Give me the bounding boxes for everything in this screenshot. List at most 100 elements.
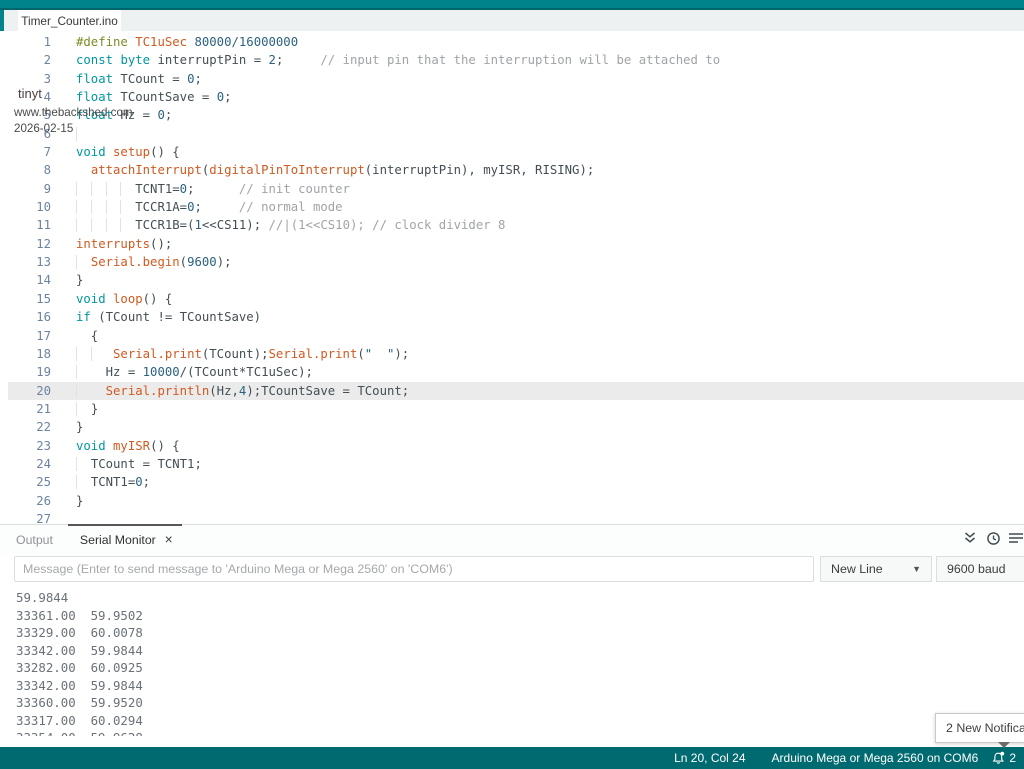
code-line[interactable]: 10 TCCR1A=0; // normal mode: [8, 198, 1024, 216]
toast-text: 2 New Notifications: [946, 721, 1024, 735]
code-text: float Hz = 0;: [76, 106, 172, 124]
title-bar: [0, 0, 1024, 10]
timestamp-icon[interactable]: [985, 530, 1001, 546]
tab-title: Timer_Counter.ino: [21, 14, 118, 28]
serial-output[interactable]: 59.984433361.00 59.950233329.00 60.00783…: [0, 586, 1024, 736]
serial-message-input[interactable]: [14, 556, 814, 582]
code-text: Serial.println(Hz,4);TCountSave = TCount…: [76, 382, 409, 400]
code-line[interactable]: 8 attachInterrupt(digitalPinToInterrupt(…: [8, 161, 1024, 179]
code-line[interactable]: 22}: [8, 418, 1024, 436]
code-line[interactable]: 5 float Hz = 0;: [8, 106, 1024, 124]
line-number: 6: [8, 125, 51, 143]
editor-tab-strip: Timer_Counter.ino: [0, 10, 1024, 31]
code-editor[interactable]: 1#define TC1uSec 80000/160000002 const by…: [0, 31, 1024, 524]
line-number: 12: [8, 235, 51, 253]
line-number: 2: [8, 51, 51, 69]
code-line[interactable]: 7void setup() {: [8, 143, 1024, 161]
line-number: 20: [8, 382, 51, 400]
code-text: float TCountSave = 0;: [76, 88, 232, 106]
code-line[interactable]: 12interrupts();: [8, 235, 1024, 253]
code-text: TCCR1B=(1<<CS11); //|(1<<CS10); // clock…: [76, 216, 505, 234]
code-text: TCCR1A=0; // normal mode: [76, 198, 343, 216]
cursor-position[interactable]: Ln 20, Col 24: [674, 751, 745, 765]
line-number: 19: [8, 363, 51, 381]
status-bar: Ln 20, Col 24 Arduino Mega or Mega 2560 …: [0, 747, 1024, 769]
line-number: 26: [8, 492, 51, 510]
line-number: 16: [8, 308, 51, 326]
bottom-panel-tabs: Output Serial Monitor ×: [0, 524, 1024, 555]
code-line[interactable]: 15void loop() {: [8, 290, 1024, 308]
code-line[interactable]: 20 Serial.println(Hz,4);TCountSave = TCo…: [8, 382, 1024, 400]
code-line[interactable]: 11 TCCR1B=(1<<CS11); //|(1<<CS10); // cl…: [8, 216, 1024, 234]
board-port-indicator[interactable]: Arduino Mega or Mega 2560 on COM6: [772, 751, 979, 765]
code-line[interactable]: 1#define TC1uSec 80000/16000000: [8, 33, 1024, 51]
line-number: 21: [8, 400, 51, 418]
serial-line: 33329.00 60.0078: [16, 624, 1024, 642]
line-number: 3: [8, 70, 51, 88]
serial-line: 33360.00 59.9520: [16, 694, 1024, 712]
line-number: 4: [8, 88, 51, 106]
code-text: if (TCount != TCountSave): [76, 308, 261, 326]
close-icon[interactable]: ×: [165, 533, 173, 547]
code-text: TCNT1=0;: [76, 473, 150, 491]
code-text: [76, 125, 91, 143]
code-text: {: [76, 327, 98, 345]
code-text: Serial.print(TCount);Serial.print(" ");: [76, 345, 409, 363]
code-line[interactable]: 24 TCount = TCNT1;: [8, 455, 1024, 473]
line-ending-select[interactable]: New Line ▼: [820, 556, 932, 582]
code-line[interactable]: 16 if (TCount != TCountSave): [8, 308, 1024, 326]
code-line[interactable]: 17 {: [8, 327, 1024, 345]
clear-output-icon[interactable]: [1008, 530, 1024, 546]
line-number: 22: [8, 418, 51, 436]
collapse-panel-icon[interactable]: [962, 530, 978, 546]
line-number: 8: [8, 161, 51, 179]
toast-caret: [998, 742, 1010, 748]
line-number: 18: [8, 345, 51, 363]
code-line[interactable]: 2 const byte interruptPin = 2; // input p…: [8, 51, 1024, 69]
code-text: TCount = TCNT1;: [76, 455, 202, 473]
code-line[interactable]: 27: [8, 510, 1024, 524]
line-number: 5: [8, 106, 51, 124]
line-number: 13: [8, 253, 51, 271]
code-line[interactable]: 18 Serial.print(TCount);Serial.print(" "…: [8, 345, 1024, 363]
notification-toast[interactable]: 2 New Notifications: [935, 713, 1024, 743]
code-line[interactable]: 6: [8, 125, 1024, 143]
baud-rate-value: 9600 baud: [947, 562, 1006, 576]
line-number: 23: [8, 437, 51, 455]
serial-line: 33282.00 60.0925: [16, 659, 1024, 677]
code-line[interactable]: 19 Hz = 10000/(TCount*TC1uSec);: [8, 363, 1024, 381]
line-ending-value: New Line: [831, 562, 883, 576]
tab-timer-counter-ino[interactable]: Timer_Counter.ino: [18, 10, 121, 31]
accent-strip: [0, 10, 4, 31]
code-text: attachInterrupt(digitalPinToInterrupt(in…: [76, 161, 594, 179]
tab-serial-monitor[interactable]: Serial Monitor: [80, 533, 156, 547]
serial-line: 59.9844: [16, 589, 1024, 607]
code-line[interactable]: 23void myISR() {: [8, 437, 1024, 455]
code-line[interactable]: 26}: [8, 492, 1024, 510]
line-number: 27: [8, 510, 51, 524]
notification-count: 2: [1009, 751, 1016, 765]
tab-output[interactable]: Output: [16, 533, 53, 547]
code-line[interactable]: 14}: [8, 271, 1024, 289]
code-text: }: [76, 400, 98, 418]
code-line[interactable]: 13 Serial.begin(9600);: [8, 253, 1024, 271]
code-text: }: [76, 271, 83, 289]
notifications-bell-icon[interactable]: [992, 751, 1005, 765]
code-text: TCNT1=0; // init counter: [76, 180, 350, 198]
code-line[interactable]: 4 float TCountSave = 0;: [8, 88, 1024, 106]
code-text: const byte interruptPin = 2; // input pi…: [76, 51, 720, 69]
baud-rate-select[interactable]: 9600 baud: [936, 556, 1024, 582]
line-number: 1: [8, 33, 51, 51]
line-number: 10: [8, 198, 51, 216]
code-line[interactable]: 21 }: [8, 400, 1024, 418]
code-text: float TCount = 0;: [76, 70, 202, 88]
line-number: 25: [8, 473, 51, 491]
code-line[interactable]: 9 TCNT1=0; // init counter: [8, 180, 1024, 198]
code-text: void loop() {: [76, 290, 172, 308]
chevron-down-icon: ▼: [912, 564, 921, 574]
line-number: 17: [8, 327, 51, 345]
code-line[interactable]: 3 float TCount = 0;: [8, 70, 1024, 88]
code-line[interactable]: 25 TCNT1=0;: [8, 473, 1024, 491]
line-number: 7: [8, 143, 51, 161]
code-text: Hz = 10000/(TCount*TC1uSec);: [76, 363, 313, 381]
